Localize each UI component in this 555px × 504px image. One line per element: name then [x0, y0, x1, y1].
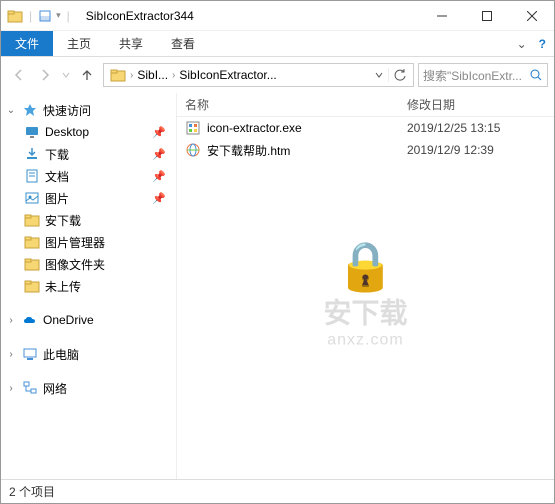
address-bar[interactable]: › SibI... › SibIconExtractor...: [103, 63, 414, 87]
item-count: 2 个项目: [9, 483, 55, 500]
minimize-button[interactable]: [419, 1, 464, 30]
sidebar-item-pictures[interactable]: 图片📌: [1, 187, 176, 209]
separator: |: [29, 9, 32, 23]
titlebar: | ▾ | SibIconExtractor344: [1, 1, 554, 31]
sidebar-item-desktop[interactable]: Desktop📌: [1, 121, 176, 143]
column-headers: 名称 修改日期: [177, 93, 554, 117]
file-date: 2019/12/9 12:39: [407, 143, 554, 157]
help-icon[interactable]: ?: [539, 37, 546, 51]
pin-icon: 📌: [152, 148, 176, 161]
file-name: icon-extractor.exe: [207, 121, 302, 135]
sidebar-item-documents[interactable]: 文档📌: [1, 165, 176, 187]
refresh-icon[interactable]: [388, 68, 411, 82]
quick-access-toolbar: | ▾ |: [1, 8, 78, 24]
download-icon: [23, 146, 41, 162]
up-button[interactable]: [75, 63, 99, 87]
folder-icon: [23, 234, 41, 250]
search-input[interactable]: 搜索"SibIconExtr...: [418, 63, 548, 87]
file-name: 安下载帮助.htm: [207, 142, 290, 159]
file-row[interactable]: icon-extractor.exe 2019/12/25 13:15: [177, 117, 554, 139]
forward-button[interactable]: [33, 63, 57, 87]
chevron-down-icon[interactable]: ▾: [56, 10, 61, 21]
collapse-icon[interactable]: ⌄: [5, 105, 17, 116]
file-list[interactable]: icon-extractor.exe 2019/12/25 13:15 安下载帮…: [177, 117, 554, 479]
search-icon: [529, 68, 543, 82]
expand-ribbon-icon[interactable]: ⌄: [517, 37, 527, 51]
sidebar-onedrive[interactable]: ›OneDrive: [1, 309, 176, 331]
close-button[interactable]: [509, 1, 554, 30]
pin-icon: 📌: [152, 126, 176, 139]
column-date[interactable]: 修改日期: [407, 96, 554, 113]
breadcrumb-part[interactable]: SibIconExtractor...: [175, 68, 280, 82]
file-row[interactable]: 安下载帮助.htm 2019/12/9 12:39: [177, 139, 554, 161]
sidebar-quickaccess[interactable]: ⌄ 快速访问: [1, 99, 176, 121]
folder-icon: [7, 8, 23, 24]
navigation-pane[interactable]: ⌄ 快速访问 Desktop📌 下载📌 文档📌 图片📌 安下载 图片管理器 图像…: [1, 93, 177, 479]
picture-icon: [23, 190, 41, 206]
sidebar-thispc[interactable]: ›此电脑: [1, 343, 176, 365]
cloud-icon: [21, 312, 39, 328]
ribbon-tabs: 文件 主页 共享 查看 ⌄ ?: [1, 31, 554, 57]
sidebar-item-folder[interactable]: 安下载: [1, 209, 176, 231]
folder-icon: [106, 67, 130, 83]
expand-icon[interactable]: ›: [5, 349, 17, 360]
window-title: SibIconExtractor344: [78, 9, 419, 23]
document-icon: [23, 168, 41, 184]
navigation-bar: › SibI... › SibIconExtractor... 搜索"SibIc…: [1, 57, 554, 93]
window-controls: [419, 1, 554, 30]
ribbon-right: ⌄ ?: [509, 31, 554, 56]
recent-dropdown[interactable]: [59, 63, 73, 87]
tab-file[interactable]: 文件: [1, 31, 53, 56]
network-icon: [21, 380, 39, 396]
exe-icon: [185, 120, 201, 136]
folder-icon: [23, 278, 41, 294]
tab-share[interactable]: 共享: [105, 31, 157, 56]
sidebar-item-folder[interactable]: 未上传: [1, 275, 176, 297]
sidebar-item-downloads[interactable]: 下载📌: [1, 143, 176, 165]
breadcrumb-part[interactable]: SibI...: [133, 68, 172, 82]
maximize-button[interactable]: [464, 1, 509, 30]
tab-home[interactable]: 主页: [53, 31, 105, 56]
expand-icon[interactable]: ›: [5, 383, 17, 394]
folder-icon: [23, 212, 41, 228]
file-list-pane: 名称 修改日期 icon-extractor.exe 2019/12/25 13…: [177, 93, 554, 479]
htm-icon: [185, 142, 201, 158]
star-icon: [21, 102, 39, 118]
expand-icon[interactable]: ›: [5, 315, 17, 326]
folder-icon: [23, 256, 41, 272]
quickaccess-label: 快速访问: [43, 102, 176, 119]
pin-icon: 📌: [152, 170, 176, 183]
address-dropdown-icon[interactable]: [370, 70, 388, 80]
tab-view[interactable]: 查看: [157, 31, 209, 56]
pin-icon: 📌: [152, 192, 176, 205]
file-date: 2019/12/25 13:15: [407, 121, 554, 135]
desktop-icon: [23, 124, 41, 140]
sidebar-item-folder[interactable]: 图片管理器: [1, 231, 176, 253]
column-name[interactable]: 名称: [177, 96, 407, 113]
separator: |: [67, 9, 70, 23]
sidebar-item-folder[interactable]: 图像文件夹: [1, 253, 176, 275]
status-bar: 2 个项目: [1, 479, 554, 503]
back-button[interactable]: [7, 63, 31, 87]
pc-icon: [21, 346, 39, 362]
search-placeholder: 搜索"SibIconExtr...: [423, 67, 529, 84]
properties-icon[interactable]: [38, 9, 52, 23]
sidebar-network[interactable]: ›网络: [1, 377, 176, 399]
content-area: ⌄ 快速访问 Desktop📌 下载📌 文档📌 图片📌 安下载 图片管理器 图像…: [1, 93, 554, 479]
